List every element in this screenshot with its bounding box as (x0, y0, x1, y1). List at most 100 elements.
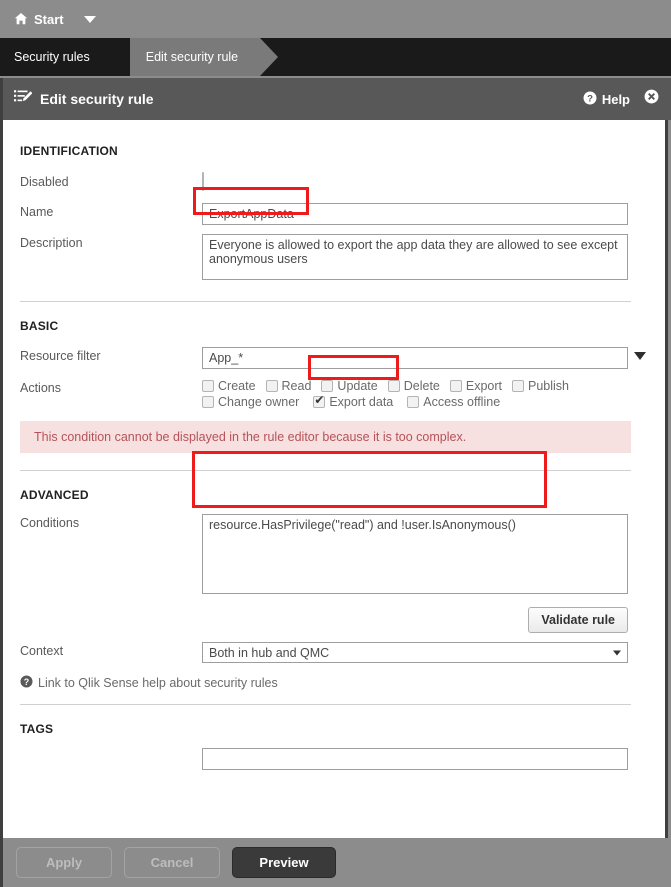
field-row-conditions: Conditions resource.HasPrivilege("read")… (20, 514, 645, 599)
breadcrumb-label: Edit security rule (145, 50, 239, 64)
apply-button[interactable]: Apply (16, 847, 112, 878)
breadcrumb-arrow-icon (111, 38, 130, 76)
validate-rule-button[interactable]: Validate rule (528, 607, 628, 633)
actions-label: Actions (20, 381, 61, 395)
security-rules-help-link[interactable]: ? Link to Qlik Sense help about security… (20, 675, 645, 691)
qmc-security-rule-editor: Start Security rules Edit security rule (0, 0, 671, 887)
validate-row: Validate rule (20, 607, 645, 633)
tags-spacer (20, 748, 202, 750)
cancel-button[interactable]: Cancel (124, 847, 220, 878)
panel-header: Edit security rule ? Help (0, 78, 671, 120)
panel-header-left: Edit security rule (0, 89, 154, 109)
section-title-basic: BASIC (20, 319, 59, 333)
action-label: Export data (329, 395, 394, 409)
edit-list-icon (14, 89, 33, 109)
start-menu-button[interactable]: Start (0, 12, 96, 27)
resource-filter-input[interactable] (202, 347, 628, 369)
condition-warning-text: This condition cannot be displayed in th… (34, 430, 467, 444)
action-label: Read (281, 379, 312, 393)
name-control (202, 203, 645, 225)
home-icon (14, 12, 28, 26)
action-label: Publish (528, 379, 570, 393)
action-update[interactable]: Update (321, 379, 378, 393)
description-control: Everyone is allowed to export the app da… (202, 234, 645, 285)
action-export-data[interactable]: Export data (313, 393, 394, 409)
chevron-down-icon[interactable] (83, 15, 96, 23)
rule-form: IDENTIFICATION Disabled Name Description… (0, 120, 668, 838)
name-input[interactable] (202, 203, 628, 225)
field-row-actions: Actions Create Read Update Delete Export… (20, 379, 645, 409)
footer-action-bar: Apply Cancel Preview (0, 838, 671, 887)
action-export[interactable]: Export (449, 379, 503, 393)
actions-row-2: Change owner Export data Access offline (202, 393, 645, 409)
validate-spacer (20, 607, 202, 609)
help-label: Help (601, 91, 630, 107)
breadcrumb-arrow-icon (260, 38, 279, 76)
action-read-checkbox[interactable] (265, 380, 278, 392)
resource-filter-control (202, 347, 646, 369)
actions-row-1: Create Read Update Delete Export Publish (202, 379, 645, 393)
context-label: Context (20, 644, 64, 658)
close-circle-icon[interactable] (644, 89, 659, 109)
svg-text:?: ? (24, 677, 29, 687)
action-change-owner-checkbox[interactable] (202, 396, 214, 408)
conditions-label: Conditions (20, 516, 80, 530)
section-title-identification: IDENTIFICATION (20, 144, 118, 158)
conditions-textarea[interactable]: resource.HasPrivilege("read") and !user.… (202, 514, 628, 594)
action-label: Delete (403, 379, 440, 393)
action-read[interactable]: Read (265, 379, 312, 393)
action-delete-checkbox[interactable] (387, 380, 400, 392)
field-row-description: Description Everyone is allowed to expor… (20, 234, 645, 285)
breadcrumb-item-edit-security-rule[interactable]: Edit security rule (129, 38, 279, 76)
tags-control (202, 748, 645, 770)
conditions-control: resource.HasPrivilege("read") and !user.… (202, 514, 645, 599)
disabled-control (202, 172, 645, 191)
field-row-resource-filter: Resource filter (20, 347, 646, 369)
panel-left-edge (0, 78, 3, 887)
chevron-down-icon (613, 650, 621, 655)
name-label: Name (20, 205, 54, 219)
action-create-checkbox[interactable] (202, 380, 214, 392)
context-select[interactable]: Both in hub and QMC (202, 642, 628, 663)
context-selected-value: Both in hub and QMC (209, 645, 330, 660)
action-update-checkbox[interactable] (321, 380, 334, 392)
disabled-label: Disabled (20, 175, 69, 189)
action-label: Export (465, 379, 503, 393)
preview-button[interactable]: Preview (232, 847, 336, 878)
breadcrumb-label: Security rules (14, 50, 90, 64)
field-row-context: Context Both in hub and QMC (20, 642, 645, 663)
question-circle-icon: ? (583, 91, 597, 108)
field-row-name: Name (20, 203, 645, 225)
actions-control: Create Read Update Delete Export Publish… (202, 379, 645, 409)
action-create[interactable]: Create (202, 379, 256, 393)
action-label: Access offline (423, 395, 501, 409)
question-circle-icon: ? (20, 675, 33, 691)
field-row-disabled: Disabled (20, 172, 645, 191)
resource-filter-label: Resource filter (20, 349, 101, 363)
action-change-owner[interactable]: Change owner (202, 395, 299, 409)
description-label: Description (20, 236, 83, 250)
action-delete[interactable]: Delete (387, 379, 440, 393)
svg-text:?: ? (587, 93, 593, 104)
tags-input[interactable] (202, 748, 628, 770)
action-access-offline-checkbox[interactable] (407, 396, 420, 408)
section-title-tags: TAGS (20, 722, 54, 736)
validate-control: Validate rule (202, 607, 628, 633)
action-label: Create (218, 379, 256, 393)
action-publish[interactable]: Publish (512, 379, 569, 393)
top-navigation-bar: Start (0, 0, 671, 38)
action-export-data-checkbox[interactable] (313, 393, 326, 408)
action-export-checkbox[interactable] (449, 380, 462, 392)
action-label: Update (337, 379, 378, 393)
description-textarea[interactable]: Everyone is allowed to export the app da… (202, 234, 628, 280)
breadcrumb: Security rules Edit security rule (0, 38, 671, 76)
panel-title: Edit security rule (40, 91, 154, 107)
action-label: Change owner (218, 395, 300, 409)
disabled-checkbox[interactable] (202, 172, 204, 191)
breadcrumb-item-security-rules[interactable]: Security rules (0, 38, 130, 76)
context-control: Both in hub and QMC (202, 642, 645, 663)
action-publish-checkbox[interactable] (512, 380, 525, 392)
help-button[interactable]: ? Help (583, 91, 630, 108)
action-access-offline[interactable]: Access offline (407, 395, 500, 409)
chevron-down-icon[interactable] (634, 352, 646, 360)
